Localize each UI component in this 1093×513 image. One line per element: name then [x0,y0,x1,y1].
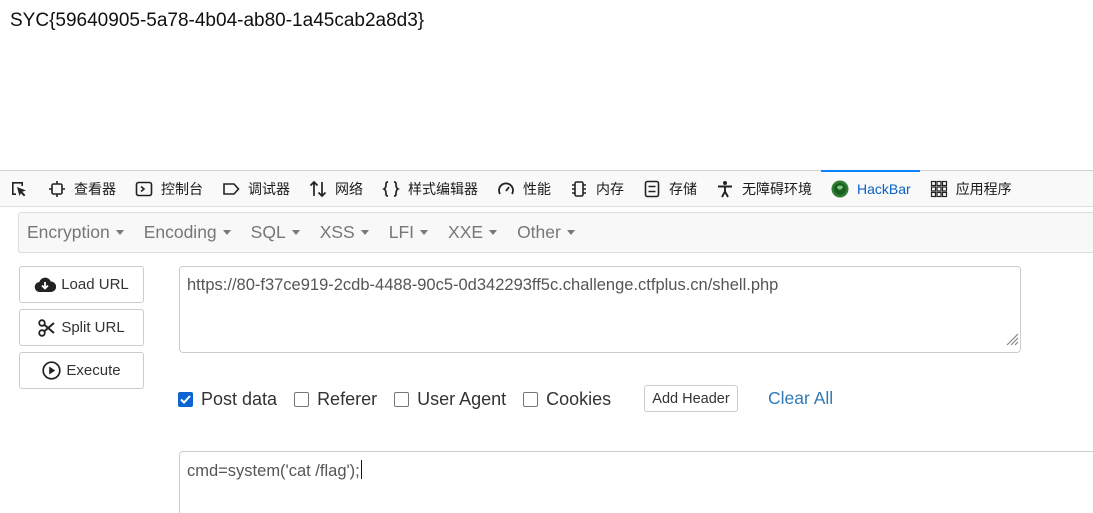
cookies-checkbox[interactable] [523,391,539,407]
tab-label: 样式编辑器 [408,180,478,197]
play-circle-icon [42,361,62,380]
console-icon [135,180,153,198]
referer-option[interactable]: Referer [294,389,377,410]
menu-label: Other [517,222,561,242]
caret-down-icon [115,230,124,235]
menu-label: LFI [388,222,415,242]
menu-encryption[interactable]: Encryption [19,222,136,243]
tab-label: 控制台 [161,180,203,197]
add-header-button[interactable]: Add Header [644,385,738,412]
execute-label: Execute [66,362,121,379]
tab-performance[interactable]: 性能 [487,171,560,207]
menu-label: SQL [250,222,286,242]
caret-down-icon [489,230,498,235]
text-cursor [360,460,362,479]
tab-label: 调试器 [248,180,290,197]
page-output-text: SYC{59640905-5a78-4b04-ab80-1a45cab2a8d3… [10,10,425,31]
scissors-icon [38,318,56,337]
caret-down-icon [420,230,429,235]
tab-label: 存储 [669,180,697,197]
user-agent-checkbox[interactable] [394,391,410,407]
checkmark-icon [180,394,191,404]
post-data-input[interactable]: cmd=system('cat /flag'); [179,451,1093,513]
performance-icon [497,180,515,198]
element-picker-button[interactable] [0,171,38,207]
split-url-label: Split URL [61,319,125,336]
menu-label: XSS [319,222,355,242]
post-data-value: cmd=system('cat /flag'); [187,462,360,480]
cookies-option[interactable]: Cookies [523,389,611,410]
tab-accessibility[interactable]: 无障碍环境 [706,171,821,207]
referer-label: Referer [317,388,378,409]
caret-down-icon [291,230,300,235]
post-data-label: Post data [201,388,278,409]
tab-console[interactable]: 控制台 [125,171,212,207]
network-icon [309,180,327,198]
menu-label: Encoding [143,222,217,242]
menu-sql[interactable]: SQL [243,222,312,243]
request-options: Post data Referer User Agent Cookies [178,385,628,413]
referer-checkbox[interactable] [294,391,310,407]
tab-label: 查看器 [74,180,116,197]
tab-inspector[interactable]: 查看器 [38,171,125,207]
tab-label: 网络 [335,180,363,197]
tab-label: 无障碍环境 [742,180,812,197]
menu-lfi[interactable]: LFI [381,222,440,243]
resize-grip-icon[interactable] [1003,330,1019,351]
menu-encoding[interactable]: Encoding [136,222,243,243]
tab-label: HackBar [857,180,911,197]
element-picker-icon [12,181,26,196]
cookies-label: Cookies [546,388,612,409]
tab-label: 应用程序 [955,180,1012,197]
application-icon [930,180,948,198]
user-agent-option[interactable]: User Agent [394,389,506,410]
menu-xxe[interactable]: XXE [440,222,509,243]
memory-icon [570,180,588,198]
load-url-button[interactable]: Load URL [19,266,144,303]
tab-hackbar[interactable]: HackBar [821,169,920,207]
tab-style-editor[interactable]: 样式编辑器 [372,171,487,207]
tab-label: 内存 [596,180,624,197]
tab-application[interactable]: 应用程序 [920,171,1021,207]
url-input[interactable]: https://80-f37ce919-2cdb-4488-90c5-0d342… [179,266,1021,353]
hackbar-icon [831,180,849,198]
menu-label: XXE [448,222,484,242]
caret-down-icon [222,230,231,235]
style-editor-icon [382,180,400,198]
menu-xss[interactable]: XSS [312,222,381,243]
url-value: https://80-f37ce919-2cdb-4488-90c5-0d342… [187,276,779,294]
load-url-label: Load URL [61,276,129,293]
tab-network[interactable]: 网络 [299,171,372,207]
post-data-checkbox[interactable] [178,391,193,407]
caret-down-icon [566,230,575,235]
hackbar-menu: Encryption Encoding SQL XSS LFI XXE Othe… [18,212,1093,253]
menu-label: Encryption [27,222,110,242]
caret-down-icon [360,230,369,235]
user-agent-label: User Agent [417,388,507,409]
tab-storage[interactable]: 存储 [633,171,706,207]
execute-button[interactable]: Execute [19,352,144,389]
menu-other[interactable]: Other [509,222,587,243]
storage-icon [643,180,661,198]
clear-all-link[interactable]: Clear All [768,388,833,409]
tab-memory[interactable]: 内存 [560,171,633,207]
cloud-download-icon [34,277,57,293]
devtools-toolbar: 查看器 控制台 调试器 网络 样式编辑器 性能 内存 存储 无障碍环境 Hack… [0,169,1093,207]
accessibility-icon [716,180,734,198]
tab-label: 性能 [523,180,551,197]
split-url-button[interactable]: Split URL [19,309,144,346]
post-data-option[interactable]: Post data [178,389,277,410]
tab-debugger[interactable]: 调试器 [212,171,299,207]
inspector-icon [48,180,66,198]
debugger-icon [222,180,240,198]
